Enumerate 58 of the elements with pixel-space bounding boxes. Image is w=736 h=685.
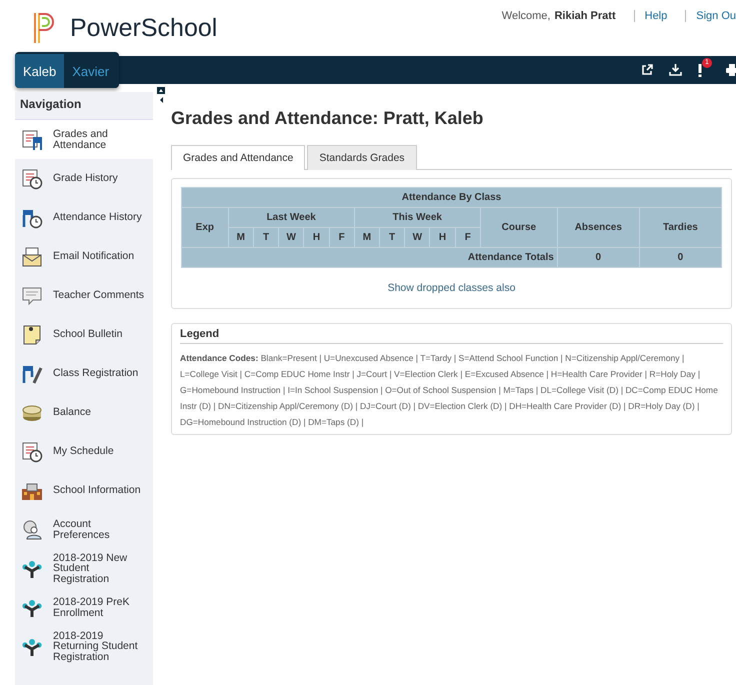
gradebook-icon (21, 128, 43, 150)
speech-bubble-icon (21, 284, 43, 306)
column-header: Absences (557, 208, 640, 248)
dropped-classes-link[interactable]: Show dropped classes also (388, 282, 516, 294)
column-header: Course (480, 208, 558, 248)
nav-item[interactable]: Attendance History (15, 198, 153, 237)
table-title: Attendance By Class (182, 188, 722, 208)
page-tab[interactable]: Standards Grades (307, 145, 417, 170)
column-header: Last Week (228, 208, 354, 228)
legend-title: Legend (180, 328, 723, 344)
nav-item[interactable]: 2018-2019 Returning Student Registration (15, 627, 153, 666)
nav-item[interactable]: Email Notification (15, 237, 153, 276)
user-gear-icon (21, 518, 43, 540)
student-tab[interactable]: Xavier (64, 54, 120, 88)
download-icon[interactable] (669, 64, 682, 76)
user-name: Rikiah Pratt (554, 10, 616, 22)
totals-label: Attendance Totals (182, 248, 558, 268)
header-link[interactable]: Help (644, 10, 668, 22)
logo-text: PowerSchool (70, 14, 218, 42)
legend-text: Attendance Codes: Blank=Present | U=Unexcused Absence | T=Tardy | S=Attend School Function | N=Citizenship Appl/Ceremony | L=College Visit | C=Comp EDUC Home Instr | J=Court | V=Election Clerk | E=Excused Absence | H=Health Care Provider | R=Holy Day | G=Homebound Instruction | I=In School Suspension | O=Out of School Suspension | M=Taps | DL=College Visit (D) | DC=Comp EDUC Home Instr (D) | DN=Citizenship Appl/Ceremony (D) | DJ=Court (D) | DV=Election Clerk (D) | DH=Health Care Provider (D) | DR=Holy Day (D) | DG=Homebound Instruction (D) | DM=Taps (D) | (180, 352, 719, 429)
day-header: T (379, 228, 405, 248)
nav-item[interactable]: Balance (15, 393, 153, 432)
exclamation-icon[interactable] (698, 64, 702, 76)
welcome-text: Welcome, (502, 10, 550, 22)
nav-item[interactable]: 2018-2019 PreK Enrollment (15, 588, 153, 627)
day-header: M (354, 228, 380, 248)
collapse-icon[interactable] (157, 87, 165, 105)
nav-item[interactable]: School Information (15, 471, 153, 510)
clock-document-icon (21, 168, 43, 190)
day-header: W (278, 228, 304, 248)
nav-item[interactable]: 2018-2019 New Student Registration (15, 549, 153, 588)
nav-item[interactable]: Grades and Attendance (15, 120, 153, 159)
column-header: Exp (182, 208, 228, 248)
note-icon (21, 324, 43, 346)
day-header: W (404, 228, 430, 248)
student-tab[interactable]: Kaleb (15, 54, 64, 88)
day-header: M (228, 228, 254, 248)
day-header: H (430, 228, 456, 248)
header-link[interactable]: Sign Ou (696, 10, 736, 22)
day-header: H (304, 228, 330, 248)
calendar-clock-icon (21, 440, 43, 462)
nav-item[interactable]: Class Registration (15, 354, 153, 393)
day-header: F (329, 228, 354, 248)
nav-item[interactable]: My Schedule (15, 432, 153, 471)
column-header: Tardies (639, 208, 722, 248)
nav-item[interactable]: Account Preferences (15, 510, 153, 549)
page-title: Grades and Attendance: Pratt, Kaleb (171, 108, 484, 129)
nav-item[interactable]: Teacher Comments (15, 276, 153, 315)
nav-item[interactable]: Grade History (15, 159, 153, 198)
external-link-icon[interactable] (641, 64, 653, 76)
page-tab[interactable]: Grades and Attendance (171, 145, 306, 170)
logo-icon (32, 11, 56, 45)
day-header: T (253, 228, 279, 248)
table-cell: 0 (639, 248, 722, 268)
nav-item[interactable]: School Bulletin (15, 315, 153, 354)
column-header: This Week (354, 208, 480, 228)
table-cell: 0 (557, 248, 640, 268)
envelope-icon (21, 246, 43, 268)
